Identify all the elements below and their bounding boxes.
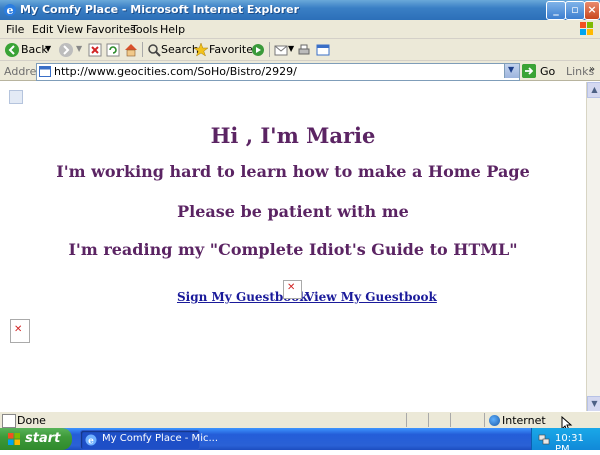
system-tray: 10:31 PM (531, 428, 600, 455)
status-separator (406, 413, 407, 427)
stop-icon[interactable] (88, 41, 102, 59)
chevron-right-icon[interactable]: » (589, 64, 595, 75)
menu-view[interactable]: View (57, 23, 83, 36)
forward-dropdown-icon[interactable]: ▼ (76, 44, 82, 53)
toolbar: Back ▼ ▼ Search Favorites ▼ (0, 39, 600, 61)
maximize-icon: ▫ (571, 3, 579, 16)
status-separator (450, 413, 451, 427)
menu-help[interactable]: Help (160, 23, 185, 36)
menu-edit[interactable]: Edit (32, 23, 53, 36)
ie-icon: e (4, 4, 16, 17)
page-line-1: I'm working hard to learn how to make a … (56, 162, 530, 181)
title-bar[interactable]: e My Comfy Place - Microsoft Internet Ex… (0, 0, 600, 20)
page-content: Hi , I'm Marie I'm working hard to learn… (0, 82, 586, 411)
home-icon[interactable] (123, 41, 139, 59)
edit-icon[interactable] (316, 41, 330, 59)
vertical-scrollbar[interactable]: ▲ ▼ (586, 82, 600, 412)
scroll-up-button[interactable]: ▲ (587, 82, 600, 98)
menu-favorites[interactable]: Favorites (86, 23, 136, 36)
status-text: Done (17, 414, 46, 427)
go-button[interactable]: Go (522, 63, 556, 79)
refresh-icon[interactable] (106, 41, 120, 59)
toolbar-separator (142, 42, 143, 57)
view-guestbook-link[interactable]: View My Guestbook (305, 290, 437, 304)
back-dropdown-icon[interactable]: ▼ (45, 44, 51, 53)
address-url: http://www.geocities.com/SoHo/Bistro/292… (54, 65, 297, 78)
status-separator (484, 413, 485, 427)
page-line-2: Please be patient with me (177, 202, 409, 221)
status-separator (428, 413, 429, 427)
chevron-down-icon: ▼ (591, 399, 598, 408)
chevron-up-icon: ▲ (591, 85, 598, 94)
go-arrow-icon (522, 64, 536, 78)
network-icon[interactable] (538, 433, 550, 445)
address-bar: Address http://www.geocities.com/SoHo/Bi… (0, 61, 600, 81)
ie-icon: e (85, 434, 97, 446)
minimize-icon: _ (553, 3, 559, 16)
close-button[interactable]: × (584, 1, 600, 20)
go-label: Go (540, 65, 556, 78)
toolbar-separator (269, 42, 270, 57)
windows-logo-icon (580, 22, 593, 35)
start-label: start (25, 431, 61, 446)
search-icon[interactable] (147, 41, 161, 59)
internet-zone-icon (489, 415, 500, 426)
menu-tools[interactable]: Tools (131, 23, 158, 36)
address-input[interactable]: http://www.geocities.com/SoHo/Bistro/292… (36, 63, 520, 81)
status-bar: Done Internet (0, 411, 600, 428)
broken-image-icon: ✕ (10, 319, 30, 343)
media-icon[interactable] (251, 41, 265, 59)
broken-image-icon (9, 90, 23, 104)
taskbar-window-button[interactable]: e My Comfy Place - Mic... (80, 430, 218, 450)
zone-text: Internet (502, 414, 546, 427)
close-icon: × (587, 3, 597, 16)
page-heading: Hi , I'm Marie (210, 123, 376, 148)
svg-text:e: e (7, 4, 14, 17)
menu-bar: File Edit View Favorites Tools Help (0, 20, 600, 39)
address-dropdown-button[interactable]: ▼ (504, 64, 519, 78)
page-icon (39, 66, 51, 77)
page-done-icon (2, 414, 16, 428)
page-line-3: I'm reading my "Complete Idiot's Guide t… (68, 240, 518, 259)
minimize-button[interactable]: _ (546, 1, 566, 20)
windows-logo-icon (8, 433, 20, 445)
clock[interactable]: 10:31 PM (555, 433, 600, 455)
start-button[interactable]: start (0, 428, 72, 450)
broken-image-icon: ✕ (283, 280, 302, 299)
taskbar: start e My Comfy Place - Mic... 10:31 PM (0, 428, 600, 455)
taskbar-window-label: My Comfy Place - Mic... (102, 433, 219, 444)
mail-dropdown-icon[interactable]: ▼ (288, 44, 294, 53)
mail-icon[interactable] (274, 41, 288, 59)
svg-text:e: e (88, 437, 94, 447)
scroll-down-button[interactable]: ▼ (587, 396, 600, 412)
forward-arrow-icon[interactable] (58, 41, 74, 59)
back-button[interactable]: Back (21, 43, 48, 56)
print-icon[interactable] (297, 41, 311, 59)
window-title: My Comfy Place - Microsoft Internet Expl… (20, 3, 300, 16)
maximize-button[interactable]: ▫ (565, 1, 585, 20)
chevron-down-icon: ▼ (508, 65, 515, 74)
favorites-star-icon[interactable] (194, 41, 208, 59)
back-arrow-icon[interactable] (4, 41, 20, 59)
menu-file[interactable]: File (6, 23, 24, 36)
